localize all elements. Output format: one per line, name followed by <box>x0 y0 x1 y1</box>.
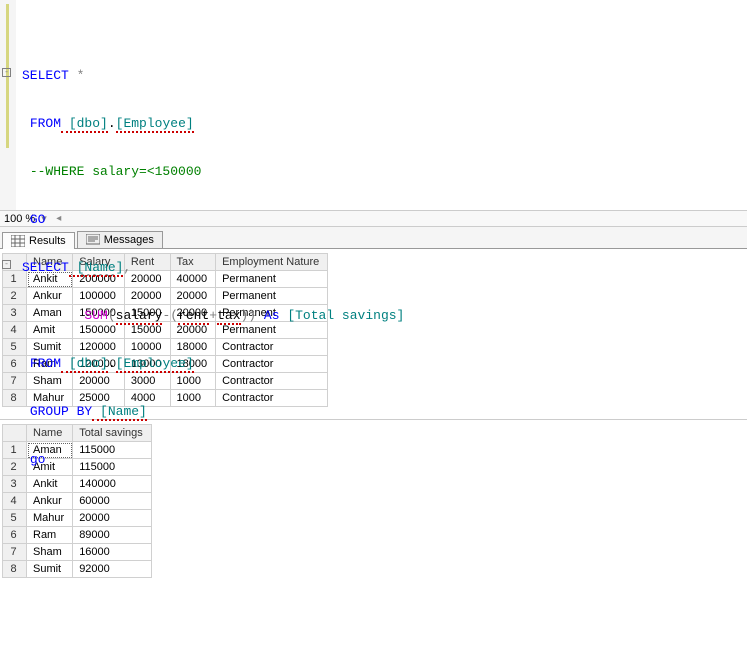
row-number: 4 <box>3 493 27 510</box>
sql-text: [Employee] <box>116 116 194 133</box>
sql-text: + <box>209 308 217 323</box>
sql-text: , <box>123 260 131 275</box>
sql-text: [dbo] <box>61 356 108 373</box>
sql-text: SELECT <box>22 68 69 83</box>
sql-text: FROM <box>30 356 61 371</box>
row-number: 5 <box>3 510 27 527</box>
messages-icon <box>86 234 100 246</box>
sql-text: [Total savings] <box>287 308 404 323</box>
sql-text: SELECT <box>22 260 69 275</box>
table-row[interactable]: 8Sumit92000 <box>3 561 152 578</box>
sql-text: [Name] <box>69 260 124 277</box>
sql-text: [Employee] <box>116 356 194 373</box>
cell[interactable]: 16000 <box>73 544 152 561</box>
sql-text: [Name] <box>92 404 147 421</box>
sql-text: rent <box>178 308 209 325</box>
row-number: 6 <box>3 527 27 544</box>
sql-text: As <box>256 308 287 323</box>
sql-text: )) <box>241 308 257 323</box>
sql-text: -( <box>162 308 178 323</box>
cell[interactable]: 20000 <box>73 510 152 527</box>
cell[interactable]: 89000 <box>73 527 152 544</box>
row-number: 7 <box>3 544 27 561</box>
sql-text: GROUP BY <box>30 404 92 419</box>
sql-text: . <box>108 356 116 371</box>
sql-text: [dbo] <box>61 116 108 133</box>
grid-icon <box>11 235 25 247</box>
sql-editor[interactable]: - SELECT * FROM [dbo].[Employee] --WHERE … <box>0 0 747 210</box>
cell[interactable]: Sham <box>27 544 73 561</box>
tab-messages[interactable]: Messages <box>77 231 163 248</box>
outline-collapse-icon[interactable]: - <box>2 68 11 77</box>
table-row[interactable]: 5Mahur20000 <box>3 510 152 527</box>
cell[interactable]: Ram <box>27 527 73 544</box>
sql-text: * <box>69 68 85 83</box>
sql-text: go <box>30 452 46 467</box>
sql-text: FROM <box>30 116 61 131</box>
cell[interactable]: 60000 <box>73 493 152 510</box>
sql-comment: --WHERE salary=<150000 <box>30 164 202 179</box>
cell[interactable]: Sumit <box>27 561 73 578</box>
cell[interactable]: 92000 <box>73 561 152 578</box>
sql-text: GO <box>30 212 46 227</box>
cell[interactable]: Mahur <box>27 510 73 527</box>
tab-label: Messages <box>104 234 154 246</box>
sql-text: salary <box>116 308 163 325</box>
cell[interactable]: Ankur <box>27 493 73 510</box>
tab-label: Results <box>29 235 66 247</box>
sql-text: SUM <box>84 308 107 323</box>
sql-text: . <box>108 116 116 131</box>
outline-collapse-icon[interactable]: - <box>2 260 11 269</box>
sql-text: tax <box>217 308 240 325</box>
tab-results[interactable]: Results <box>2 232 75 249</box>
table-row[interactable]: 7Sham16000 <box>3 544 152 561</box>
table-row[interactable]: 4Ankur60000 <box>3 493 152 510</box>
row-number: 8 <box>3 561 27 578</box>
table-row[interactable]: 6Ram89000 <box>3 527 152 544</box>
sql-text: ( <box>108 308 116 323</box>
